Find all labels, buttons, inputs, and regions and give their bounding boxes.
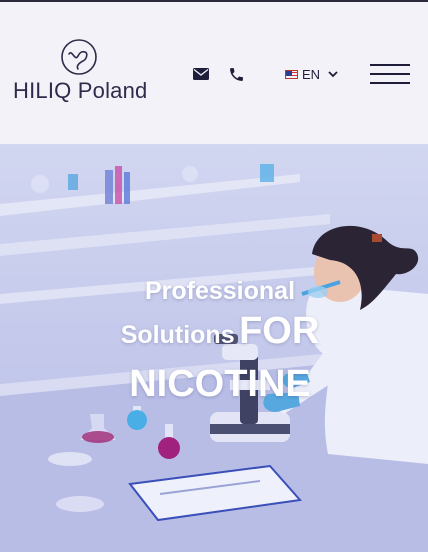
- hero-line-nicotine: NICOTINE: [129, 363, 311, 405]
- hero-line-solutions-for: Solutions FOR: [0, 308, 428, 362]
- brand-logo[interactable]: HILIQ Poland: [13, 38, 149, 108]
- phone-button[interactable]: [226, 64, 246, 84]
- logo-mark-icon: [61, 39, 97, 75]
- chevron-down-icon: [328, 71, 338, 78]
- phone-icon: [229, 67, 243, 81]
- hero-word-for: FOR: [239, 310, 320, 352]
- brand-name: HILIQ Poland: [13, 78, 148, 103]
- site-header: HILIQ Poland EN: [0, 0, 428, 144]
- hero-banner: Professional Solutions FOR NICOTINE: [0, 144, 428, 552]
- language-selector[interactable]: EN: [285, 65, 339, 83]
- us-flag-icon: [285, 69, 298, 79]
- envelope-icon: [193, 68, 209, 80]
- email-button[interactable]: [191, 64, 211, 84]
- hero-word-solutions: Solutions: [120, 321, 235, 349]
- hero-headline: Professional Solutions FOR NICOTINE: [0, 274, 428, 406]
- hamburger-menu-button[interactable]: [370, 62, 410, 86]
- hero-line-professional: Professional: [144, 277, 296, 305]
- language-code: EN: [302, 66, 321, 82]
